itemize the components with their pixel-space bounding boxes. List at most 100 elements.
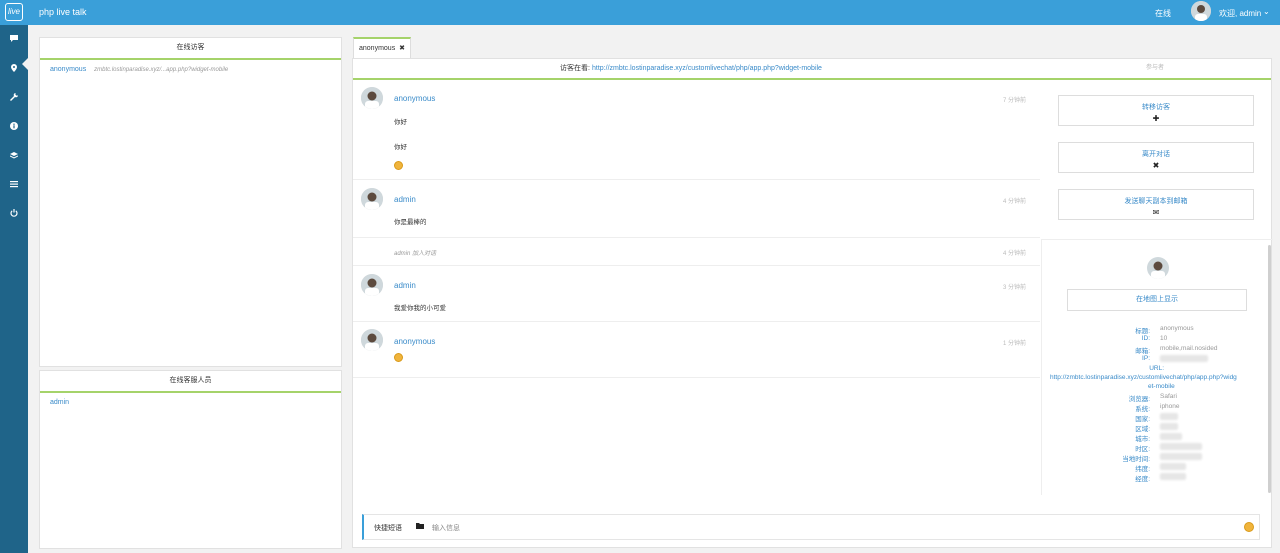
chat-icon[interactable] bbox=[6, 34, 22, 48]
redacted-value bbox=[1160, 463, 1186, 472]
message-time: 3 分钟前 bbox=[1002, 285, 1026, 291]
leave-chat-button[interactable]: 离开对话 ✖ bbox=[1058, 142, 1254, 173]
redacted-value bbox=[1160, 433, 1182, 442]
message-item: admin 3 分钟前 我爱你我的小可爱 bbox=[353, 266, 1040, 322]
transfer-visitor-button[interactable]: 转移访客 ✚ bbox=[1058, 95, 1254, 126]
message-composer: 快捷短语 bbox=[362, 514, 1260, 540]
message-text: 你好 bbox=[394, 144, 407, 151]
status-online[interactable]: 在线 bbox=[1155, 8, 1171, 19]
info-label: 时区: bbox=[1135, 446, 1150, 453]
sidebar bbox=[0, 25, 28, 553]
participants-label: 参与者 bbox=[1146, 65, 1165, 71]
info-value: Safari bbox=[1160, 393, 1177, 400]
list-icon[interactable] bbox=[6, 179, 22, 193]
redacted-value bbox=[1160, 453, 1202, 462]
info-label: URL: bbox=[1149, 365, 1164, 372]
emoji-icon[interactable] bbox=[1244, 522, 1254, 532]
info-value: iphone bbox=[1160, 403, 1180, 410]
message-author[interactable]: anonymous bbox=[394, 94, 435, 103]
redacted-value bbox=[1160, 443, 1202, 452]
info-label: 浏览器: bbox=[1128, 396, 1150, 403]
message-time: 4 分钟前 bbox=[1002, 251, 1026, 257]
transfer-visitor-label: 转移访客 bbox=[1142, 104, 1170, 111]
tab-anonymous[interactable]: anonymous ✖ bbox=[353, 37, 411, 58]
visiting-url[interactable]: http://zmbtc.lostinparadise.xyz/customli… bbox=[592, 59, 822, 78]
message-text: 我爱你我的小可爱 bbox=[394, 305, 446, 312]
redacted-value bbox=[1160, 473, 1186, 482]
close-icon: ✖ bbox=[1152, 161, 1160, 170]
online-visitors-title: 在线访客 bbox=[40, 38, 341, 60]
message-text: 你是最棒的 bbox=[394, 219, 427, 226]
visitor-info-panel: 在地图上显示 标题: anonymous ID: 10 邮箱: mobile,m… bbox=[1041, 239, 1273, 495]
info-url-tail[interactable]: et-mobile bbox=[1148, 383, 1175, 390]
info-label: 标题: bbox=[1135, 328, 1150, 335]
chevron-down-icon[interactable]: ⌄ bbox=[1263, 7, 1270, 16]
info-label: 系统: bbox=[1135, 406, 1150, 413]
email-transcript-button[interactable]: 发送聊天副本到邮箱 ✉ bbox=[1058, 189, 1254, 220]
message-author[interactable]: admin bbox=[394, 195, 416, 204]
leave-chat-label: 离开对话 bbox=[1142, 151, 1170, 158]
wrench-icon[interactable] bbox=[6, 92, 22, 106]
info-label: 经度: bbox=[1135, 476, 1150, 483]
info-label: 区域: bbox=[1135, 426, 1150, 433]
info-icon[interactable] bbox=[6, 121, 22, 135]
info-value: mobile,mail.nosided bbox=[1160, 345, 1218, 352]
info-label: 邮箱: bbox=[1135, 348, 1150, 355]
location-icon[interactable] bbox=[6, 63, 22, 77]
avatar bbox=[361, 329, 383, 351]
scrollbar[interactable] bbox=[1268, 245, 1271, 493]
online-staff-panel: 在线客服人员 admin bbox=[39, 370, 342, 549]
app-title: php live talk bbox=[39, 7, 87, 17]
avatar bbox=[361, 188, 383, 210]
message-list[interactable]: anonymous 7 分钟前 你好 你好 admin 4 分钟前 你是最棒的 … bbox=[353, 82, 1040, 522]
welcome-text[interactable]: 欢迎, admin bbox=[1219, 8, 1261, 19]
online-staff-title: 在线客服人员 bbox=[40, 371, 341, 393]
system-text: admin 加入对话 bbox=[394, 251, 437, 257]
top-bar: live php live talk 在线 欢迎, admin ⌄ bbox=[0, 0, 1280, 25]
system-message: admin 加入对话 4 分钟前 bbox=[353, 238, 1040, 266]
avatar bbox=[361, 87, 383, 109]
info-label: ID: bbox=[1141, 335, 1150, 342]
message-item: admin 4 分钟前 你是最棒的 bbox=[353, 180, 1040, 238]
layers-icon[interactable] bbox=[6, 150, 22, 164]
emoji-icon bbox=[394, 353, 403, 362]
info-label: IP: bbox=[1142, 355, 1150, 362]
visitor-avatar bbox=[1147, 257, 1169, 279]
plus-icon: ✚ bbox=[1152, 114, 1160, 123]
redacted-value bbox=[1160, 413, 1178, 422]
avatar bbox=[361, 274, 383, 296]
message-time: 4 分钟前 bbox=[1002, 199, 1026, 205]
close-icon[interactable]: ✖ bbox=[399, 45, 405, 52]
show-on-map-button[interactable]: 在地图上显示 bbox=[1067, 289, 1247, 311]
message-text: 你好 bbox=[394, 119, 407, 126]
visitor-url: zmbtc.lostinparadise.xyz/...app.php?widg… bbox=[94, 67, 229, 73]
staff-list-item[interactable]: admin bbox=[40, 393, 341, 406]
active-caret bbox=[22, 58, 28, 70]
power-icon[interactable] bbox=[6, 208, 22, 222]
info-value: 10 bbox=[1160, 335, 1168, 342]
visitor-list-item[interactable]: anonymous zmbtc.lostinparadise.xyz/...ap… bbox=[40, 60, 341, 82]
staff-name[interactable]: admin bbox=[50, 399, 69, 406]
user-avatar[interactable] bbox=[1191, 1, 1211, 21]
visitor-name[interactable]: anonymous bbox=[50, 66, 86, 73]
visiting-bar: 访客在看: http://zmbtc.lostinparadise.xyz/cu… bbox=[353, 59, 1271, 80]
info-label: 当地时间: bbox=[1122, 456, 1150, 463]
info-label: 城市: bbox=[1135, 436, 1150, 443]
online-visitors-panel: 在线访客 anonymous zmbtc.lostinparadise.xyz/… bbox=[39, 37, 342, 367]
message-input[interactable] bbox=[430, 519, 1214, 537]
email-transcript-label: 发送聊天副本到邮箱 bbox=[1124, 198, 1188, 205]
message-author[interactable]: anonymous bbox=[394, 337, 435, 346]
message-author[interactable]: admin bbox=[394, 281, 416, 290]
message-time: 7 分钟前 bbox=[1002, 98, 1026, 104]
folder-icon[interactable] bbox=[416, 522, 424, 531]
visiting-label: 访客在看: bbox=[560, 65, 590, 72]
envelope-icon: ✉ bbox=[1152, 208, 1160, 217]
info-url-value[interactable]: http://zmbtc.lostinparadise.xyz/customli… bbox=[1050, 374, 1237, 381]
app-logo[interactable]: live bbox=[5, 3, 23, 21]
tab-label: anonymous bbox=[359, 45, 396, 52]
message-item: anonymous 1 分钟前 bbox=[353, 322, 1040, 378]
chat-area: 访客在看: http://zmbtc.lostinparadise.xyz/cu… bbox=[352, 58, 1273, 548]
info-label: 国家: bbox=[1135, 416, 1150, 423]
message-item: anonymous 7 分钟前 你好 你好 bbox=[353, 82, 1040, 180]
quick-reply-button[interactable]: 快捷短语 bbox=[374, 523, 402, 533]
